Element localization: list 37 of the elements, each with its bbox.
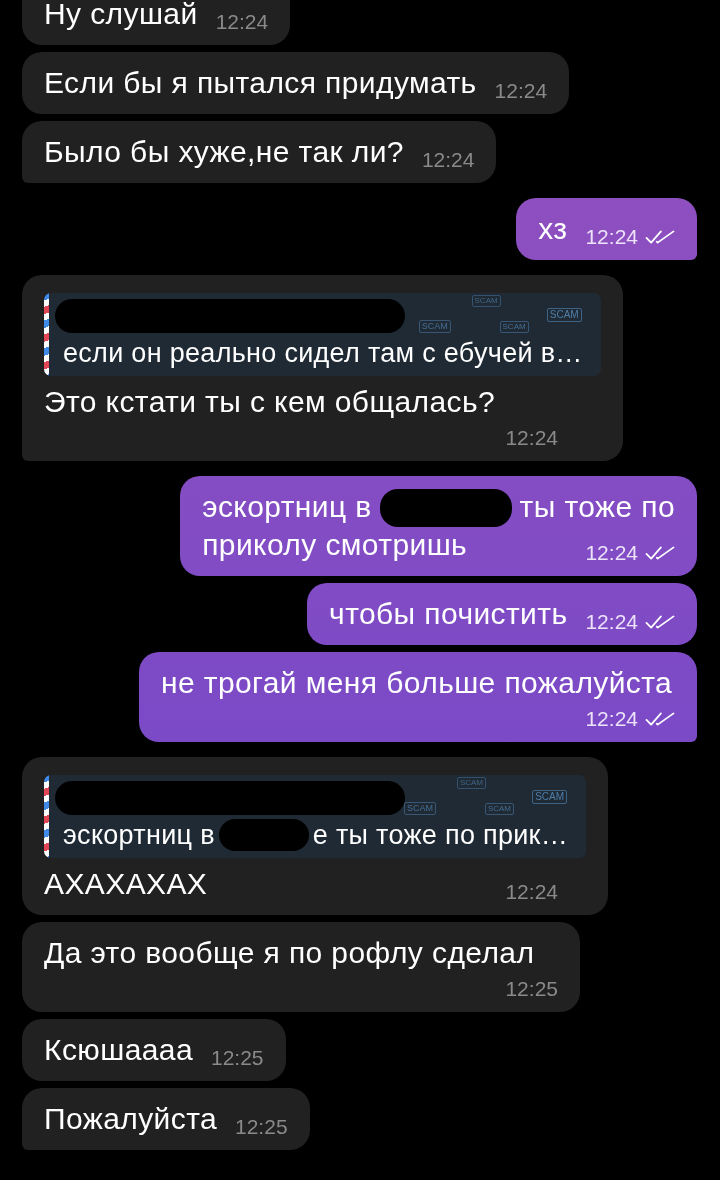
message-time: 12:24 <box>585 224 638 250</box>
message-text: Если бы я пытался придумать <box>44 66 477 99</box>
scam-label: SCAM <box>404 802 437 815</box>
message-text: Да это вообще я по рофлу сделал <box>44 936 535 969</box>
message-time: 12:25 <box>211 1045 264 1071</box>
message-time: 12:24 <box>215 9 269 35</box>
message-text: хз <box>538 212 568 245</box>
message-text: Ксюшаааа <box>44 1033 193 1066</box>
message-time: 12:24 <box>585 540 638 566</box>
message-text: не трогай меня больше пожалуйста <box>161 666 673 699</box>
quote-text: эскортниц в <box>63 820 215 850</box>
scam-label: SCAM <box>471 295 501 307</box>
message-time: 12:24 <box>585 706 638 732</box>
scam-label: SCAM <box>546 308 582 322</box>
message-text: Ну слушай <box>44 0 198 30</box>
scam-label: SCAM <box>418 320 451 333</box>
message-time: 12:24 <box>505 879 558 905</box>
message-text: Это кстати ты с кем общалась? <box>44 385 496 418</box>
message-time: 12:25 <box>235 1114 288 1140</box>
message-text: чтобы почистить <box>329 597 568 630</box>
scam-label: SCAM <box>456 777 487 789</box>
scam-label: SCAM <box>499 321 529 333</box>
message-text: Пожалуйста <box>44 1102 217 1135</box>
quote-text: если он реально сидел там с ебучей в… <box>63 338 583 368</box>
scam-label: SCAM <box>484 803 515 815</box>
message-time: 12:24 <box>585 609 638 635</box>
message-time: 12:24 <box>494 78 548 104</box>
message-text: приколу смотришь <box>202 528 468 561</box>
message-text: АХАХАХАХ <box>44 867 208 900</box>
scam-label: SCAM <box>532 790 568 804</box>
message-time: 12:24 <box>421 147 475 173</box>
message-time: 12:25 <box>505 976 558 1002</box>
message-text: эскортниц в <box>202 490 372 523</box>
quote-text: е ты тоже по прик… <box>312 820 569 850</box>
message-text: Было бы хуже,не так ли? <box>44 135 404 168</box>
message-text: ты тоже по <box>519 490 675 523</box>
message-time: 12:24 <box>505 425 558 451</box>
